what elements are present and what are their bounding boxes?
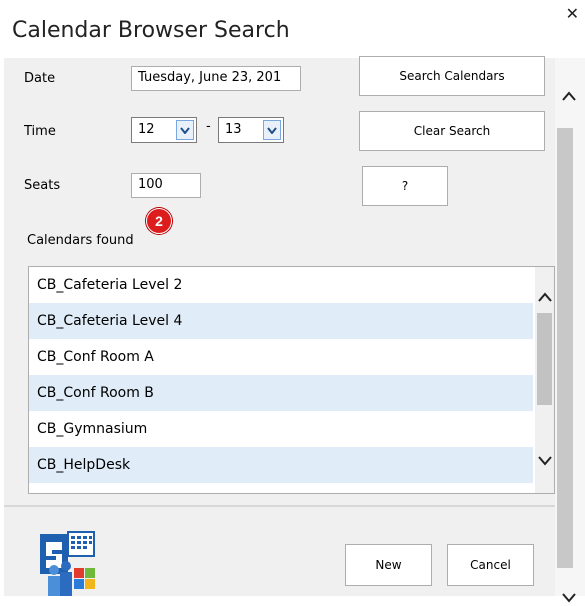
chevron-down-icon[interactable] (176, 120, 194, 140)
scroll-down-icon[interactable] (561, 590, 577, 606)
calendar-list[interactable]: CB_Cafeteria Level 2 CB_Cafeteria Level … (28, 266, 555, 494)
list-item[interactable]: CB_HelpDesk (29, 447, 533, 483)
scroll-up-icon[interactable] (537, 289, 553, 305)
new-button[interactable]: New (345, 544, 432, 586)
chevron-down-icon[interactable] (263, 120, 281, 140)
date-label: Date (24, 71, 56, 86)
search-calendars-button[interactable]: Search Calendars (359, 56, 545, 96)
date-field[interactable]: Tuesday, June 23, 201 (131, 66, 301, 91)
time-label: Time (24, 124, 56, 139)
list-item[interactable]: CB_Cafeteria Level 2 (29, 267, 533, 303)
title-bar: Calendar Browser Search ✕ (0, 0, 585, 58)
calendars-found-label: Calendars found (27, 233, 134, 248)
list-scroll-thumb[interactable] (537, 313, 552, 405)
time-to-value: 13 (225, 122, 242, 137)
cancel-button[interactable]: Cancel (447, 544, 534, 586)
list-item[interactable]: CB_Conf Room A (29, 339, 533, 375)
seats-field[interactable]: 100 (131, 173, 201, 198)
app-logo-icon (32, 530, 100, 596)
dialog-scroll-thumb[interactable] (557, 128, 573, 568)
time-from-select[interactable]: 12 (131, 117, 197, 143)
time-to-select[interactable]: 13 (218, 117, 284, 143)
close-button[interactable]: ✕ (566, 4, 579, 24)
time-separator: - (206, 119, 211, 134)
list-item[interactable]: CB_Gymnasium (29, 411, 533, 447)
window-title: Calendar Browser Search (12, 18, 290, 43)
seats-label: Seats (24, 178, 61, 193)
list-item[interactable]: CB_Cafeteria Level 4 (29, 303, 533, 339)
time-from-value: 12 (138, 122, 155, 137)
list-item[interactable]: CB_Conf Room B (29, 375, 533, 411)
clear-search-button[interactable]: Clear Search (359, 111, 545, 151)
scroll-up-icon[interactable] (561, 88, 577, 104)
result-count-badge: 2 (146, 208, 172, 234)
scroll-down-icon[interactable] (537, 453, 553, 469)
footer-divider (4, 505, 555, 507)
list-scrollbar[interactable] (535, 267, 554, 493)
help-button[interactable]: ? (362, 166, 448, 206)
dialog-scrollbar[interactable] (555, 58, 585, 603)
